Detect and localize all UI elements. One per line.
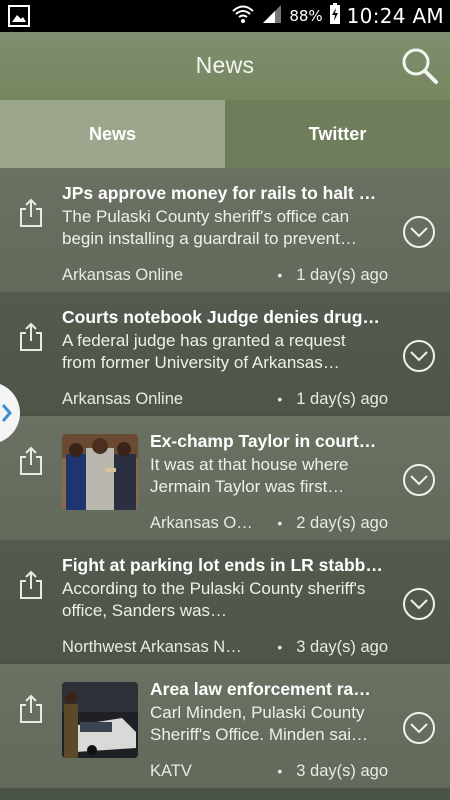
chevron-down-circle-icon[interactable] (402, 587, 436, 621)
news-summary: Carl Minden, Pulaski County Sheriff's Of… (150, 703, 369, 744)
tab-news[interactable]: News (0, 100, 225, 168)
action-bar: News (0, 32, 450, 100)
news-headline: Courts notebook Judge denies drug… (62, 307, 380, 327)
chevron-right-icon (1, 404, 12, 422)
news-source: Arkansas O… (150, 513, 253, 532)
separator-dot: • (277, 639, 283, 655)
status-bar: 88% 10:24 AM (0, 0, 450, 32)
search-icon (402, 48, 438, 84)
news-summary: The Pulaski County sheriff's office can … (62, 207, 357, 248)
share-icon[interactable] (18, 198, 44, 228)
news-item[interactable]: Area law enforcement ram… Carl Minden, P… (0, 664, 450, 788)
news-list: JPs approve money for rails to halt 2… T… (0, 168, 450, 800)
news-headline: Ex-champ Taylor in court… (150, 431, 377, 451)
news-time: 3 day(s) ago (296, 761, 388, 780)
news-time: 1 day(s) ago (296, 389, 388, 408)
share-icon[interactable] (18, 694, 44, 724)
news-thumbnail (62, 434, 138, 510)
news-summary: It was at that house where Jermain Taylo… (150, 455, 349, 496)
chevron-down-circle-icon[interactable] (402, 339, 436, 373)
tab-bar: News Twitter (0, 100, 450, 168)
battery-percent: 88% (289, 7, 323, 25)
tab-twitter[interactable]: Twitter (225, 100, 450, 168)
separator-dot: • (277, 763, 283, 779)
news-summary: A federal judge has granted a request fr… (62, 331, 346, 372)
gallery-icon (8, 5, 30, 27)
chevron-down-circle-icon[interactable] (402, 711, 436, 745)
separator-dot: • (277, 267, 283, 283)
news-source: Northwest Arkansas N… (62, 637, 242, 656)
chevron-down-circle-icon[interactable] (402, 463, 436, 497)
news-source: Arkansas Online (62, 265, 184, 284)
news-headline: Area law enforcement ram… (150, 679, 386, 699)
share-icon[interactable] (18, 570, 44, 600)
chevron-down-circle-icon[interactable] (402, 215, 436, 249)
battery-icon (329, 2, 341, 30)
share-icon[interactable] (18, 446, 44, 476)
search-button[interactable] (400, 46, 440, 86)
news-item[interactable]: JPs approve money for rails to halt 2… T… (0, 168, 450, 292)
wifi-icon (231, 4, 255, 29)
news-source: KATV (150, 761, 192, 780)
signal-icon (261, 4, 283, 29)
news-item[interactable]: Ex-champ Taylor in court… It was at that… (0, 416, 450, 540)
news-headline: Fight at parking lot ends in LR stabbi… (62, 555, 384, 575)
separator-dot: • (277, 515, 283, 531)
news-summary: According to the Pulaski County sheriff'… (62, 579, 366, 620)
news-time: 1 day(s) ago (296, 265, 388, 284)
news-source: Arkansas Online (62, 389, 184, 408)
clock: 10:24 AM (346, 4, 444, 28)
news-item[interactable]: Courts notebook Judge denies drug… A fed… (0, 292, 450, 416)
page-title: News (195, 52, 255, 78)
news-headline: JPs approve money for rails to halt 2… (62, 183, 384, 203)
share-icon[interactable] (18, 322, 44, 352)
separator-dot: • (277, 391, 283, 407)
news-time: 2 day(s) ago (296, 513, 388, 532)
news-thumbnail (62, 682, 138, 758)
news-item[interactable]: Fight at parking lot ends in LR stabbi… … (0, 540, 450, 664)
news-time: 3 day(s) ago (296, 637, 388, 656)
